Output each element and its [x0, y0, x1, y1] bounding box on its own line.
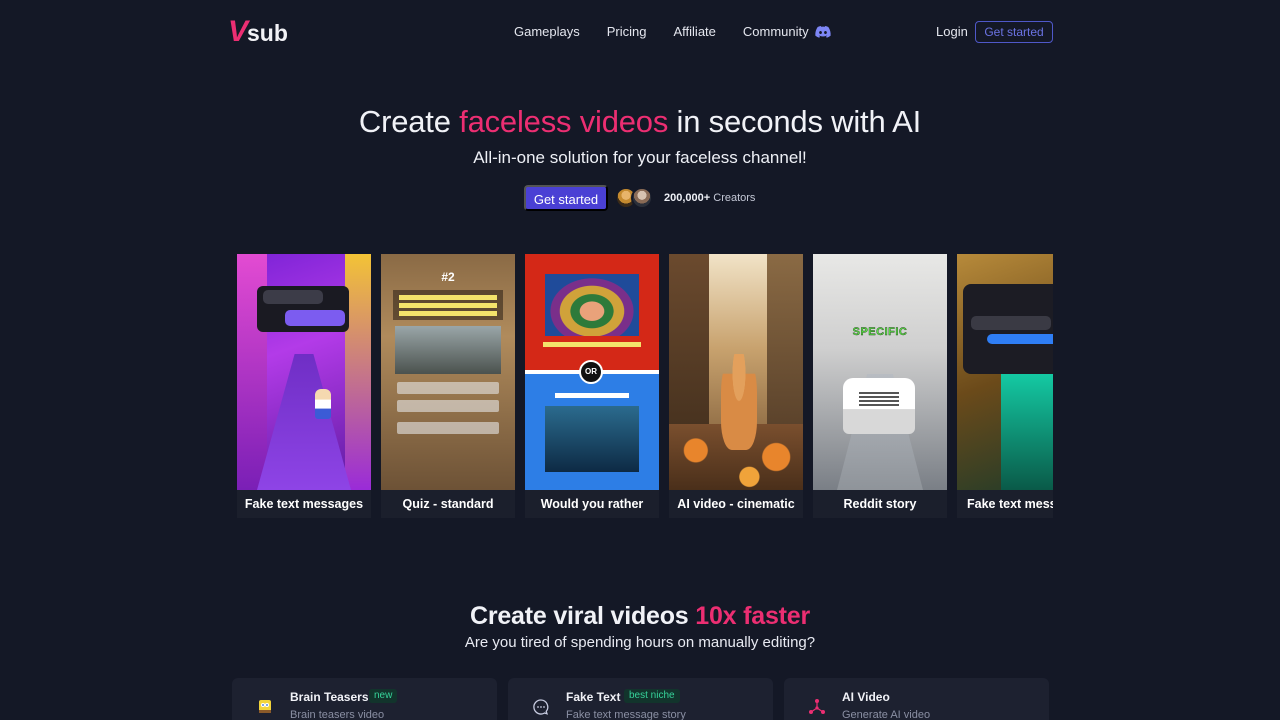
feature-brain-teasers[interactable]: Brain Teasers new Brain teasers video: [232, 678, 497, 720]
card-label: Fake text messages: [237, 490, 371, 518]
creators-label: Creators: [710, 192, 756, 204]
creators-number: 200,000+: [664, 192, 711, 204]
card-label: Reddit story: [813, 490, 947, 518]
card-preview: #2: [381, 254, 515, 490]
top-nav: V sub Gameplays Pricing Affiliate Commun…: [0, 0, 1280, 64]
cat-figure: [721, 354, 757, 450]
template-card-would-you-rather[interactable]: OR Would you rather: [525, 254, 659, 518]
hero-get-started-button[interactable]: Get started: [524, 185, 608, 211]
feature-title: Fake Text: [566, 690, 621, 704]
avatar: [631, 187, 653, 209]
template-carousel: Fake text messages #2 Quiz - standard OR…: [237, 254, 1053, 518]
card-preview: OR: [525, 254, 659, 490]
card-preview: [957, 254, 1053, 490]
template-card-fake-text[interactable]: Fake text messages: [237, 254, 371, 518]
login-link[interactable]: Login: [936, 24, 968, 40]
feature-title: AI Video: [842, 690, 890, 704]
creators-count: 200,000+ Creators: [664, 192, 755, 205]
template-card-quiz[interactable]: #2 Quiz - standard: [381, 254, 515, 518]
nav-link-community[interactable]: Community: [743, 24, 831, 40]
hero-title-post: in seconds with AI: [668, 104, 922, 139]
section-title-accent: 10x faster: [695, 602, 811, 630]
feature-list: Brain Teasers new Brain teasers video Fa…: [232, 678, 1049, 720]
logo-v: V: [228, 15, 248, 48]
ai-network-icon: [809, 699, 825, 714]
nav-get-started-button[interactable]: Get started: [975, 21, 1053, 43]
quiz-number: #2: [441, 270, 455, 284]
nav-link-gameplays[interactable]: Gameplays: [514, 24, 580, 40]
page: V sub Gameplays Pricing Affiliate Commun…: [0, 0, 1280, 720]
card-preview: SPECIFIC: [813, 254, 947, 490]
feature-description: Generate AI video: [842, 709, 931, 720]
feature-fake-text[interactable]: Fake Text best niche Fake text message s…: [508, 678, 773, 720]
nav-link-affiliate[interactable]: Affiliate: [674, 24, 716, 40]
runner-figure: [315, 389, 331, 419]
car-figure: [843, 378, 915, 434]
feature-title: Brain Teasers: [290, 690, 369, 704]
feature-ai-video[interactable]: AI Video Generate AI video: [784, 678, 1049, 720]
or-badge: OR: [579, 360, 603, 384]
feature-description: Brain teasers video: [290, 709, 385, 720]
hero-title-pre: Create: [358, 104, 460, 139]
card-label: Would you rather: [525, 490, 659, 518]
discord-icon: [814, 26, 831, 38]
hero-subtitle: All-in-one solution for your faceless ch…: [473, 148, 807, 167]
card-preview: [669, 254, 803, 490]
section-title: Create viral videos 10x faster: [0, 602, 1280, 631]
template-card-ai-video[interactable]: AI video - cinematic: [669, 254, 803, 518]
feature-badge: best niche: [624, 689, 680, 703]
hero-title: Create faceless videos in seconds with A…: [0, 104, 1280, 140]
card-preview: [237, 254, 371, 490]
section-title-pre: Create viral videos: [469, 602, 696, 630]
template-card-reddit-story[interactable]: SPECIFIC Reddit story: [813, 254, 947, 518]
feature-badge: new: [369, 689, 398, 703]
chat-icon: [533, 699, 549, 715]
card-label: Quiz - standard: [381, 490, 515, 518]
card-label: AI video - cinematic: [669, 490, 803, 518]
section-subtitle: Are you tired of spending hours on manua…: [464, 634, 816, 651]
nav-link-community-label: Community: [742, 24, 809, 39]
nav-link-pricing[interactable]: Pricing: [607, 24, 647, 40]
card-label: Fake text messages: [957, 490, 1053, 518]
caption-word: SPECIFIC: [852, 326, 908, 338]
logo[interactable]: V sub: [228, 15, 288, 48]
nav-links: Gameplays Pricing Affiliate Community: [514, 24, 858, 40]
sponge-icon: [259, 700, 271, 713]
logo-sub: sub: [247, 20, 288, 46]
feature-description: Fake text message story: [566, 709, 686, 720]
creator-avatars: [615, 187, 659, 209]
template-card-fake-text-2[interactable]: Fake text messages: [957, 254, 1053, 518]
hero-title-accent: faceless videos: [459, 104, 669, 139]
